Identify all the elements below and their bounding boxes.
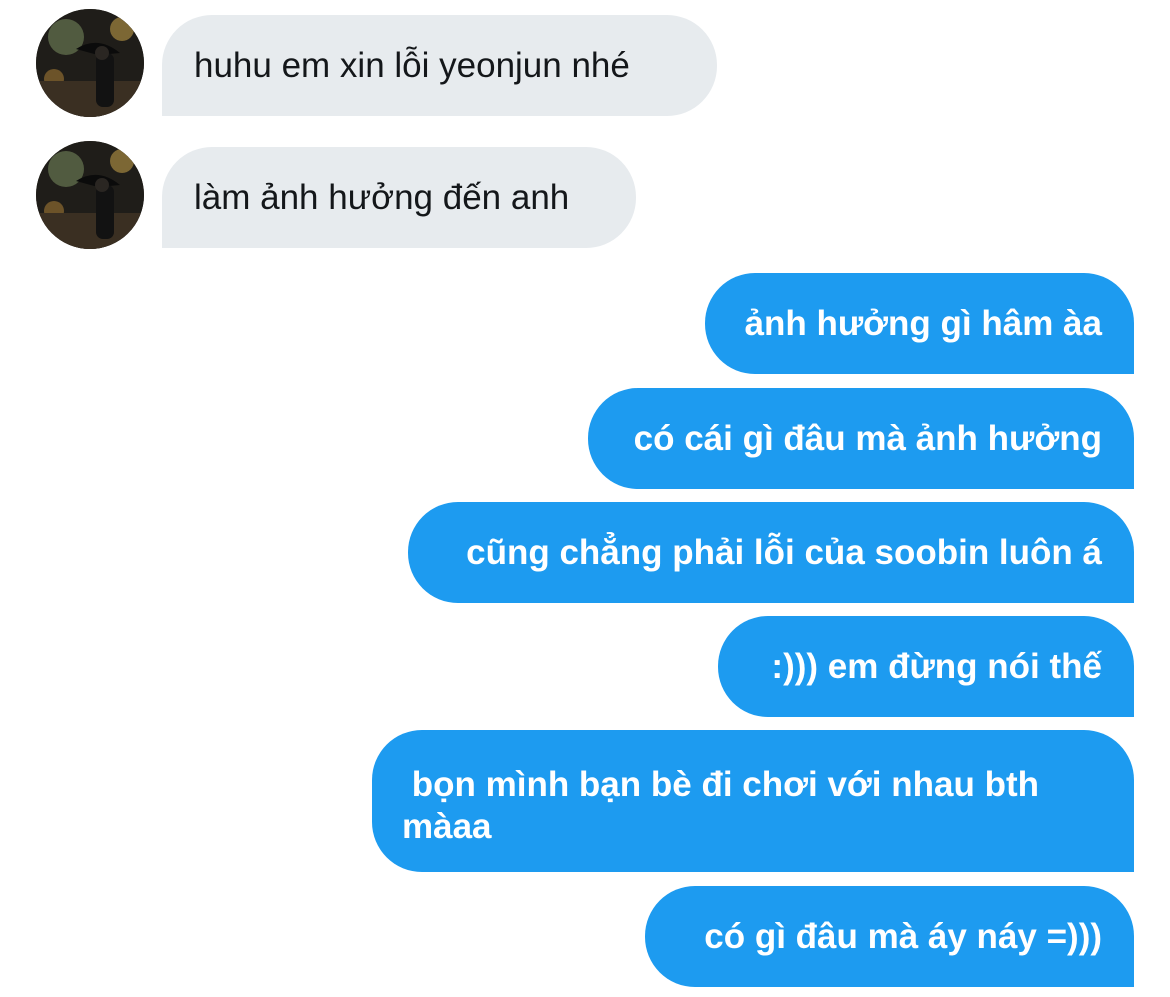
message-thread: huhu em xin lỗi yeonjun nhé làm ảnh hưởn… — [0, 0, 1170, 997]
message-text: cũng chẳng phải lỗi của soobin luôn á — [466, 532, 1102, 572]
avatar-photo-icon — [36, 9, 144, 117]
message-text: bọn mình bạn bè đi chơi với nhau bth màa… — [402, 765, 1049, 846]
sender-avatar[interactable] — [36, 9, 144, 117]
outgoing-message-bubble[interactable]: có gì đâu mà áy náy =))) — [645, 886, 1134, 987]
message-text: ảnh hưởng gì hâm àa — [744, 303, 1103, 343]
outgoing-message-bubble[interactable]: bọn mình bạn bè đi chơi với nhau bth màa… — [372, 730, 1134, 872]
outgoing-message-bubble[interactable]: có cái gì đâu mà ảnh hưởng — [588, 388, 1134, 489]
message-text: có gì đâu mà áy náy =))) — [704, 916, 1102, 956]
message-text: có cái gì đâu mà ảnh hưởng — [633, 418, 1102, 458]
avatar-photo-icon — [36, 141, 144, 249]
sender-avatar[interactable] — [36, 141, 144, 249]
message-text: làm ảnh hưởng đến anh — [194, 177, 570, 217]
message-text: :))) em đừng nói thế — [771, 646, 1102, 686]
outgoing-message-bubble[interactable]: ảnh hưởng gì hâm àa — [705, 273, 1134, 374]
message-text: huhu em xin lỗi yeonjun nhé — [194, 45, 630, 85]
outgoing-message-bubble[interactable]: :))) em đừng nói thế — [718, 616, 1134, 717]
incoming-message-bubble[interactable]: làm ảnh hưởng đến anh — [162, 147, 636, 248]
incoming-message-bubble[interactable]: huhu em xin lỗi yeonjun nhé — [162, 15, 717, 116]
outgoing-message-bubble[interactable]: cũng chẳng phải lỗi của soobin luôn á — [408, 502, 1134, 603]
